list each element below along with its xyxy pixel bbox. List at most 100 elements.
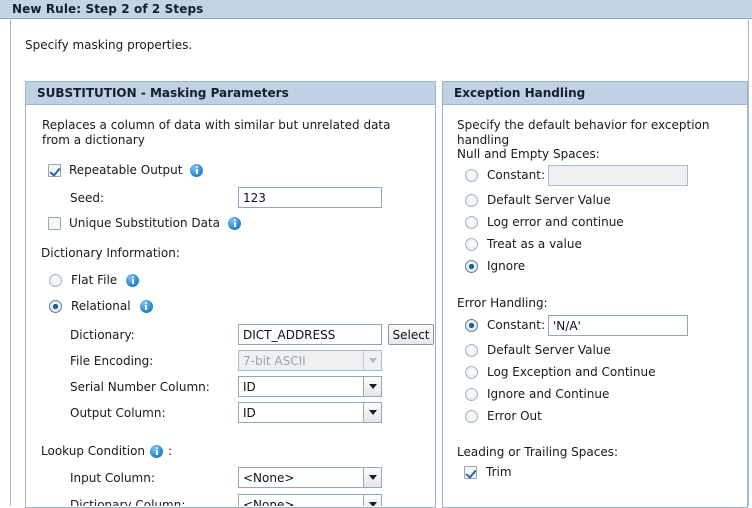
file-encoding-chevron-down-icon <box>363 351 381 370</box>
null-treat-as-value-label: Treat as a value <box>487 237 582 251</box>
substitution-panel-title: SUBSTITUTION - Masking Parameters <box>37 86 289 100</box>
lookup-condition-row: Lookup Condition : <box>41 444 172 458</box>
flat-file-row[interactable]: Flat File <box>49 273 140 287</box>
dialog-body: Specify masking properties. SUBSTITUTION… <box>0 20 752 508</box>
repeatable-output-label: Repeatable Output <box>69 163 183 177</box>
exception-handling-panel-header: Exception Handling <box>443 82 747 105</box>
dialog-titlebar: New Rule: Step 2 of 2 Steps <box>0 0 752 19</box>
dictionary-select-button[interactable]: Select <box>388 324 434 345</box>
error-constant-input[interactable] <box>548 315 688 336</box>
error-option-error-out-row[interactable]: Error Out <box>465 409 542 423</box>
error-error-out-label: Error Out <box>487 409 542 423</box>
dictionary-column-chevron-down-icon[interactable] <box>363 495 381 506</box>
null-ignore-label: Ignore <box>487 259 526 273</box>
exception-handling-panel-title: Exception Handling <box>454 86 586 100</box>
repeatable-output-info-icon[interactable] <box>190 163 204 177</box>
error-option-default-server-value-row[interactable]: Default Server Value <box>465 343 611 357</box>
seed-label: Seed: <box>70 191 105 205</box>
substitution-panel-body: Replaces a column of data with similar b… <box>26 105 435 506</box>
serial-number-column-label: Serial Number Column: <box>70 380 210 394</box>
error-error-out-radio[interactable] <box>465 409 478 423</box>
null-default-server-value-radio[interactable] <box>465 193 478 207</box>
error-option-constant-row[interactable]: Constant: <box>465 318 545 332</box>
substitution-panel: SUBSTITUTION - Masking Parameters Replac… <box>25 81 436 508</box>
trim-row[interactable]: Trim <box>464 465 512 479</box>
right-rail <box>748 20 752 506</box>
dialog-content: Specify masking properties. SUBSTITUTION… <box>11 20 748 508</box>
repeatable-output-row[interactable]: Repeatable Output <box>48 163 204 177</box>
serial-number-column-chevron-down-icon[interactable] <box>363 377 381 396</box>
dictionary-column-label: Dictionary Column: <box>70 498 186 506</box>
unique-substitution-row[interactable]: Unique Substitution Data <box>48 216 242 230</box>
null-option-constant-row[interactable]: Constant: <box>465 168 545 182</box>
output-column-value: ID <box>243 405 256 420</box>
error-option-log-exception-row[interactable]: Log Exception and Continue <box>465 365 655 379</box>
relational-label: Relational <box>71 299 131 313</box>
seed-input[interactable] <box>238 187 382 208</box>
repeatable-output-checkbox[interactable] <box>48 163 61 177</box>
unique-substitution-label: Unique Substitution Data <box>69 216 221 230</box>
trim-checkbox[interactable] <box>464 465 477 479</box>
intro-text: Specify masking properties. <box>25 38 193 52</box>
error-handling-label: Error Handling: <box>457 296 548 310</box>
flat-file-label: Flat File <box>71 273 118 287</box>
output-column-combo[interactable]: ID <box>238 402 382 423</box>
null-option-log-error-row[interactable]: Log error and continue <box>465 215 624 229</box>
serial-number-column-value: ID <box>243 379 256 394</box>
error-log-exception-radio[interactable] <box>465 365 478 379</box>
null-option-treat-as-value-row[interactable]: Treat as a value <box>465 237 582 251</box>
null-constant-label: Constant: <box>487 168 545 182</box>
error-ignore-continue-radio[interactable] <box>465 387 478 401</box>
null-and-empty-spaces-label: Null and Empty Spaces: <box>457 147 600 161</box>
exception-handling-panel-body: Specify the default behavior for excepti… <box>443 105 747 506</box>
lookup-condition-label: Lookup Condition <box>41 444 146 458</box>
substitution-description: Replaces a column of data with similar b… <box>42 118 391 147</box>
substitution-panel-header: SUBSTITUTION - Masking Parameters <box>26 82 435 105</box>
file-encoding-value: 7-bit ASCII <box>243 353 306 368</box>
relational-row[interactable]: Relational <box>49 299 153 313</box>
null-treat-as-value-radio[interactable] <box>465 237 478 251</box>
output-column-chevron-down-icon[interactable] <box>363 403 381 422</box>
error-option-ignore-continue-row[interactable]: Ignore and Continue <box>465 387 609 401</box>
input-column-label: Input Column: <box>70 471 155 485</box>
unique-substitution-checkbox[interactable] <box>48 216 61 230</box>
serial-number-column-combo[interactable]: ID <box>238 376 382 397</box>
unique-substitution-info-icon[interactable] <box>228 216 242 230</box>
dictionary-information-label: Dictionary Information: <box>41 246 180 260</box>
null-default-server-value-label: Default Server Value <box>487 193 611 207</box>
dictionary-input[interactable] <box>238 324 382 345</box>
trim-label: Trim <box>486 465 512 479</box>
exception-handling-description: Specify the default behavior for excepti… <box>457 118 710 147</box>
new-rule-dialog: New Rule: Step 2 of 2 Steps Specify mask… <box>0 0 752 508</box>
null-option-default-server-value-row[interactable]: Default Server Value <box>465 193 611 207</box>
null-log-error-radio[interactable] <box>465 215 478 229</box>
null-option-ignore-row[interactable]: Ignore <box>465 259 525 273</box>
error-constant-radio[interactable] <box>465 318 478 332</box>
file-encoding-combo: 7-bit ASCII <box>238 350 382 371</box>
null-ignore-radio[interactable] <box>465 259 478 273</box>
error-constant-label: Constant: <box>487 318 545 332</box>
relational-info-icon[interactable] <box>139 299 153 313</box>
relational-radio[interactable] <box>49 299 62 313</box>
input-column-value: <None> <box>243 470 295 485</box>
null-constant-radio[interactable] <box>465 168 478 182</box>
error-default-server-value-radio[interactable] <box>465 343 478 357</box>
left-rail <box>0 20 11 506</box>
null-constant-input <box>548 165 688 186</box>
flat-file-info-icon[interactable] <box>126 273 140 287</box>
dictionary-label: Dictionary: <box>70 328 135 342</box>
error-ignore-continue-label: Ignore and Continue <box>487 387 610 401</box>
input-column-chevron-down-icon[interactable] <box>363 468 381 487</box>
output-column-label: Output Column: <box>70 406 166 420</box>
flat-file-radio[interactable] <box>49 273 62 287</box>
file-encoding-label: File Encoding: <box>70 354 154 368</box>
lookup-condition-info-icon[interactable] <box>150 444 164 458</box>
input-column-combo[interactable]: <None> <box>238 467 382 488</box>
null-log-error-label: Log error and continue <box>487 215 624 229</box>
dictionary-column-combo[interactable]: <None> <box>238 494 382 506</box>
dictionary-column-value: <None> <box>243 497 295 507</box>
error-default-server-value-label: Default Server Value <box>487 343 611 357</box>
error-log-exception-label: Log Exception and Continue <box>487 365 656 379</box>
lookup-condition-colon: : <box>168 444 173 458</box>
dialog-title: New Rule: Step 2 of 2 Steps <box>12 2 204 16</box>
